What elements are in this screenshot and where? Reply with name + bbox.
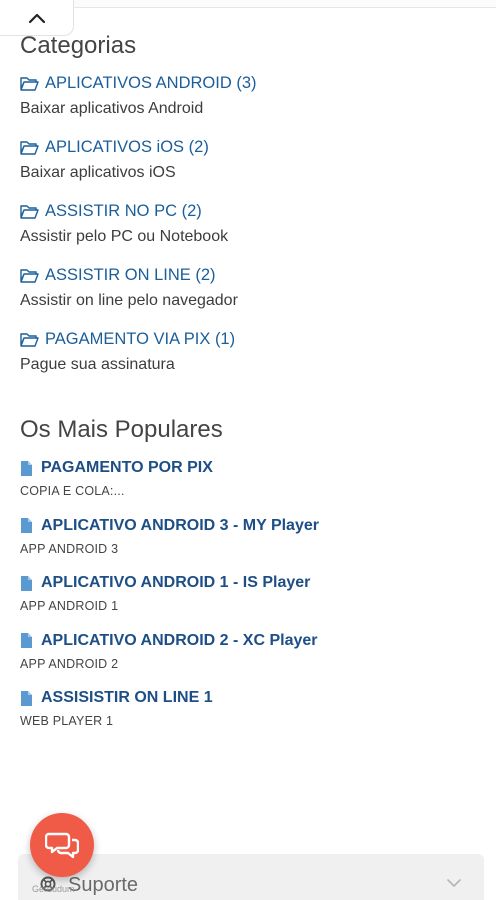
powered-by-text: Gerdudum (32, 884, 75, 894)
popular-title: Os Mais Populares (20, 416, 223, 443)
category-label: ASSISTIR NO PC (2) (45, 202, 202, 220)
category-link-ios[interactable]: APLICATIVOS iOS (2) (20, 136, 480, 158)
category-description: Baixar aplicativos iOS (20, 164, 176, 181)
popular-label: APLICATIVO ANDROID 1 - IS Player (41, 574, 311, 591)
chevron-down-icon[interactable] (446, 878, 462, 888)
category-label: APLICATIVOS iOS (2) (45, 138, 209, 156)
popular-link[interactable]: APLICATIVO ANDROID 1 - IS Player (20, 572, 480, 594)
folder-open-icon (20, 268, 39, 283)
category-label: APLICATIVOS ANDROID (3) (45, 74, 257, 92)
category-link-pc[interactable]: ASSISTIR NO PC (2) (20, 200, 480, 222)
category-item: APLICATIVOS iOS (2) Baixar aplicativos i… (20, 136, 480, 200)
popular-description: APP ANDROID 1 (20, 599, 119, 613)
file-icon (21, 690, 32, 706)
popular-link[interactable]: ASSISISTIR ON LINE 1 (20, 687, 480, 709)
category-description: Assistir pelo PC ou Notebook (20, 228, 229, 245)
popular-link[interactable]: APLICATIVO ANDROID 3 - MY Player (20, 515, 480, 537)
chevron-up-icon (28, 13, 45, 23)
popular-link[interactable]: APLICATIVO ANDROID 2 - XC Player (20, 630, 480, 652)
support-label: Suporte (68, 874, 139, 896)
popular-link[interactable]: PAGAMENTO POR PIX (20, 457, 480, 479)
popular-description: WEB PLAYER 1 (20, 714, 114, 728)
category-link-android[interactable]: APLICATIVOS ANDROID (3) (20, 72, 480, 94)
category-label: PAGAMENTO VIA PIX (1) (45, 330, 236, 348)
top-bar (0, 0, 496, 8)
popular-item: PAGAMENTO POR PIX COPIA E COLA:... (20, 457, 480, 515)
category-description: Pague sua assinatura (20, 356, 175, 373)
popular-label: APLICATIVO ANDROID 3 - MY Player (41, 516, 319, 534)
collapse-button[interactable] (0, 0, 74, 36)
chat-bubbles-icon (45, 832, 79, 859)
file-icon (21, 460, 32, 476)
file-icon (21, 518, 32, 533)
file-icon (21, 633, 32, 648)
popular-description: APP ANDROID 3 (20, 541, 119, 556)
popular-label: APLICATIVO ANDROID 2 - XC Player (41, 631, 318, 649)
folder-open-icon (20, 204, 39, 219)
popular-item: APLICATIVO ANDROID 2 - XC Player APP AND… (20, 630, 480, 688)
category-link-pix[interactable]: PAGAMENTO VIA PIX (1) (20, 328, 480, 350)
file-icon (21, 575, 32, 591)
categories-title: Categorias (20, 32, 137, 59)
folder-open-icon (20, 76, 39, 91)
folder-open-icon (20, 332, 39, 347)
popular-label: PAGAMENTO POR PIX (41, 459, 213, 476)
popular-item: ASSISISTIR ON LINE 1 WEB PLAYER 1 (20, 687, 480, 745)
category-label: ASSISTIR ON LINE (2) (45, 266, 216, 284)
category-description: Baixar aplicativos Android (20, 100, 204, 117)
popular-description: COPIA E COLA:... (20, 484, 125, 498)
categories-list: APLICATIVOS ANDROID (3) Baixar aplicativ… (20, 72, 480, 392)
category-description: Assistir on line pelo navegador (20, 292, 238, 309)
popular-item: APLICATIVO ANDROID 1 - IS Player APP AND… (20, 572, 480, 630)
popular-description: APP ANDROID 2 (20, 656, 119, 671)
popular-item: APLICATIVO ANDROID 3 - MY Player APP AND… (20, 515, 480, 573)
category-item: ASSISTIR NO PC (2) Assistir pelo PC ou N… (20, 200, 480, 264)
category-item: PAGAMENTO VIA PIX (1) Pague sua assinatu… (20, 328, 480, 392)
chat-button[interactable] (30, 813, 94, 877)
category-link-online[interactable]: ASSISTIR ON LINE (2) (20, 264, 480, 286)
popular-label: ASSISISTIR ON LINE 1 (41, 689, 213, 706)
category-item: ASSISTIR ON LINE (2) Assistir on line pe… (20, 264, 480, 328)
folder-open-icon (20, 140, 39, 155)
category-item: APLICATIVOS ANDROID (3) Baixar aplicativ… (20, 72, 480, 136)
popular-list: PAGAMENTO POR PIX COPIA E COLA:... APLIC… (20, 457, 480, 745)
